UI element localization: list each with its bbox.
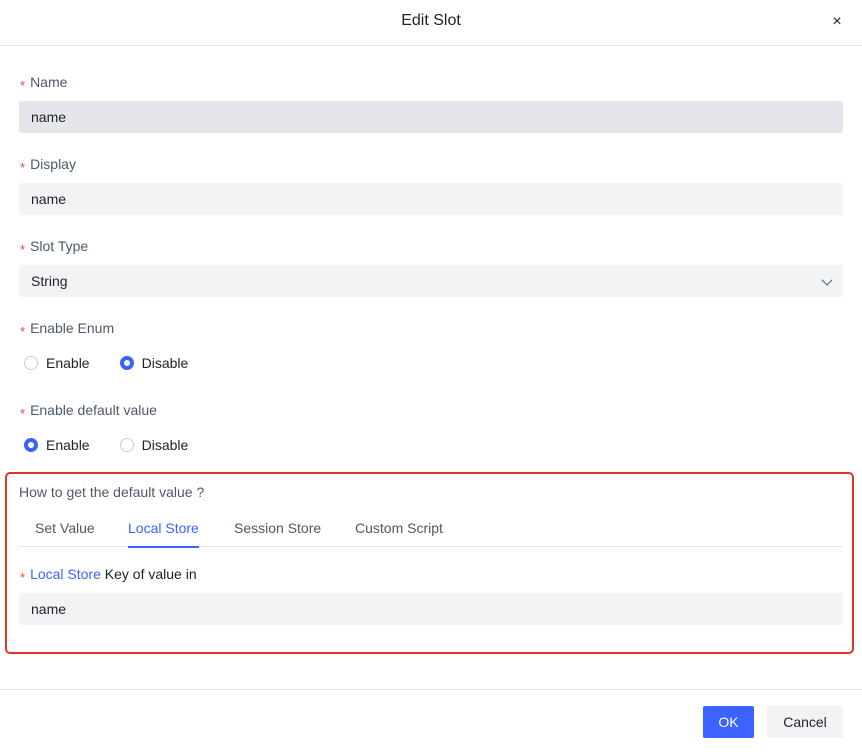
dialog-title: Edit Slot [401,12,461,29]
display-label: * Display [20,156,76,175]
enable-enum-enable-radio[interactable]: Enable [24,355,90,371]
enable-default-radio-group: Enable Disable [24,435,218,455]
tab-set-value[interactable]: Set Value [35,520,95,548]
tab-local-store[interactable]: Local Store [128,520,199,548]
enable-enum-disable-radio[interactable]: Disable [119,355,188,371]
enable-default-label: * Enable default value [20,402,157,421]
required-mark: * [20,406,26,421]
cancel-button[interactable]: Cancel [767,706,843,738]
required-mark: * [20,324,26,339]
default-source-label: How to get the default value ? [19,484,205,500]
radio-unchecked-icon [24,356,38,370]
tab-custom-script[interactable]: Custom Script [355,520,443,548]
required-mark: * [20,160,26,175]
required-mark: * [20,242,26,257]
enable-default-disable-radio[interactable]: Disable [119,437,188,453]
slot-type-label: * Slot Type [20,238,89,257]
required-mark: * [20,78,26,93]
enable-enum-radio-group: Enable Disable [24,353,218,373]
enable-enum-label: * Enable Enum [20,320,115,339]
tab-session-store[interactable]: Session Store [234,520,321,548]
slot-type-select[interactable]: String [19,265,843,297]
radio-checked-icon [119,356,134,370]
dialog-header: Edit Slot × [0,0,862,46]
enable-default-enable-radio[interactable]: Enable [24,437,90,453]
default-source-tabs: Set Value Local Store Session Store Cust… [19,518,843,548]
ok-button[interactable]: OK [703,706,754,738]
close-icon[interactable]: × [830,13,844,31]
name-input[interactable]: name [19,101,843,133]
local-store-key-input[interactable]: name [19,593,843,625]
radio-unchecked-icon [119,438,134,452]
required-mark: * [20,570,26,585]
local-store-key-label: * Local Store Key of value in [20,566,197,585]
local-store-link[interactable]: Local Store [30,566,101,582]
radio-checked-icon [24,438,38,452]
name-label: * Name [20,74,68,93]
chevron-down-icon [821,274,833,286]
slot-type-value: String [31,273,68,289]
display-input[interactable]: name [19,183,843,215]
